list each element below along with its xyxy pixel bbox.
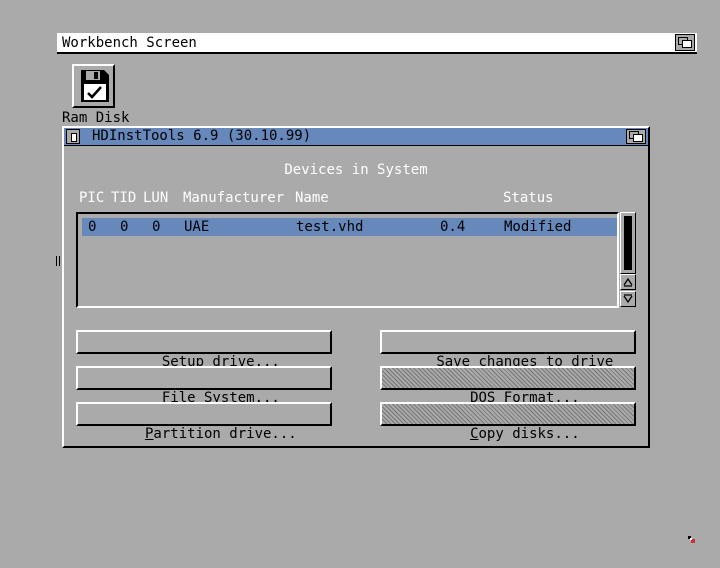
device-revision: 0.4 [440,219,466,235]
setup-drive-button[interactable]: Setup drive... [76,330,332,370]
column-header-manufacturer: Manufacturer [183,190,285,206]
copy-disks-accel: C [470,426,479,442]
window-title: HDInstTools 6.9 (30.10.99) [92,128,312,144]
scrollbar-track[interactable] [620,212,636,274]
column-header-tid: TID [111,190,137,206]
column-header-pic: PIC [79,190,105,206]
partition-drive-button[interactable]: Partition drive... [76,402,332,442]
window-titlebar[interactable]: HDInstTools 6.9 (30.10.99) [64,128,648,146]
file-system-button[interactable]: File System... [76,366,332,406]
arrow-up-icon [623,277,633,287]
device-list[interactable]: 0 0 0 UAE test.vhd 0.4 Modified [76,212,619,308]
workbench-screen-titlebar[interactable]: Workbench Screen [57,33,697,54]
copy-disks-label: opy disks... [478,426,580,442]
screen-depth-gadget[interactable] [675,34,695,51]
depth-arrange-icon [629,131,643,142]
scroll-down-icon[interactable] [620,291,636,307]
device-tid: 0 [120,219,129,235]
screen-title: Workbench Screen [62,35,197,51]
scroll-up-icon[interactable] [620,274,636,290]
device-name: test.vhd [296,219,364,235]
hdinsttools-window: HDInstTools 6.9 (30.10.99) Devices in Sy… [62,126,650,448]
column-header-status: Status [503,190,554,206]
scrollbar-knob[interactable] [624,216,632,270]
depth-arrange-icon [675,34,695,51]
device-manufacturer: UAE [184,219,210,235]
column-header-lun: LUN [143,190,169,206]
save-changes-button[interactable]: Save changes to drive [380,330,636,370]
column-header-name: Name [295,190,329,206]
window-depth-gadget[interactable] [626,129,646,144]
device-row[interactable]: 0 0 0 UAE test.vhd 0.4 Modified [82,218,617,236]
device-list-scrollbar[interactable] [620,212,636,308]
device-lun: 0 [152,219,161,235]
dos-format-button[interactable]: DOS Format... [380,366,636,406]
floppy-disk-icon [81,70,109,102]
background-window-edge [56,256,60,266]
ram-disk-label[interactable]: Ram Disk [62,110,129,126]
ram-disk-icon[interactable] [72,64,115,108]
device-status: Modified [504,219,572,235]
partition-drive-label: artition drive... [153,426,297,442]
arrow-down-icon [623,294,633,304]
close-gadget-icon[interactable] [66,129,80,144]
mouse-pointer-icon [688,536,695,543]
copy-disks-button[interactable]: Copy disks... [380,402,636,442]
device-pic: 0 [88,219,97,235]
section-heading: Devices in System [284,162,428,178]
